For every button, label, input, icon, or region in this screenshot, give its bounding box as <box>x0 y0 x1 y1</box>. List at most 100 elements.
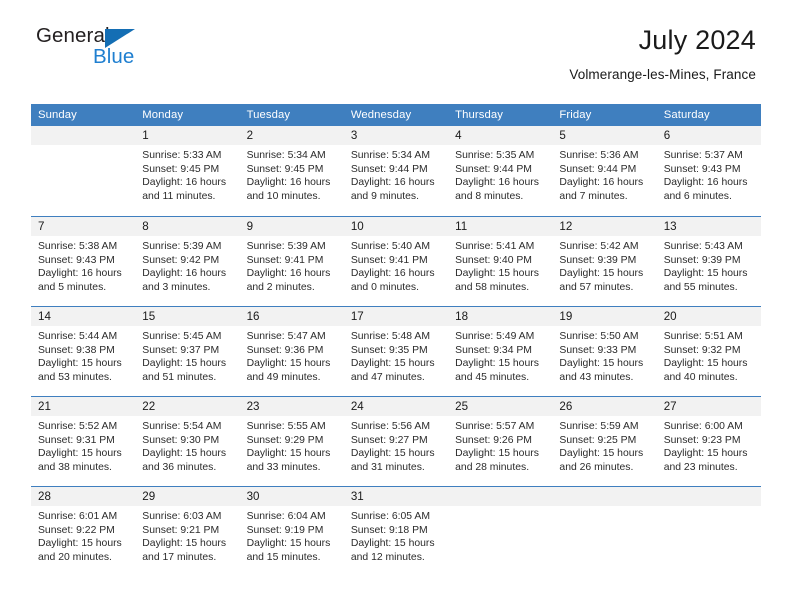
calendar-day-cell[interactable]: 1 Sunrise: 5:33 AM Sunset: 9:45 PM Daylight… <box>135 126 240 216</box>
calendar-day-cell[interactable]: 20 Sunrise: 5:51 AM Sunset: 9:32 PM Dayligh… <box>656 307 761 396</box>
day-number: 17 <box>343 307 449 326</box>
daylight-text-line1: Daylight: 16 hours <box>38 268 122 280</box>
day-details: Sunrise: 5:59 AM Sunset: 9:25 PM Daylight:… <box>552 416 656 474</box>
weekday-header-sunday: Sunday <box>38 109 77 121</box>
daylight-text-line1: Daylight: 16 hours <box>246 268 331 280</box>
calendar-day-cell[interactable]: 11 Sunrise: 5:41 AM Sunset: 9:40 PM Dayligh… <box>448 217 553 306</box>
calendar-page: General Blue July 2024 Volmerange-les-Mi… <box>0 0 792 612</box>
daylight-text-line1: Daylight: 16 hours <box>455 177 539 189</box>
calendar-day-cell[interactable]: 23 Sunrise: 5:55 AM Sunset: 9:29 PM Dayligh… <box>239 397 344 486</box>
daylight-text-line1: Daylight: 15 hours <box>246 538 331 550</box>
sunset-text: Sunset: 9:42 PM <box>142 254 220 266</box>
calendar-day-cell[interactable]: 29 Sunrise: 6:03 AM Sunset: 9:21 PM Dayligh… <box>135 487 240 576</box>
daylight-text-line2: and 12 minutes. <box>350 551 425 563</box>
sunset-text: Sunset: 9:33 PM <box>559 344 637 356</box>
calendar-day-cell[interactable]: 25 Sunrise: 5:57 AM Sunset: 9:26 PM Dayligh… <box>448 397 553 486</box>
daylight-text-line2: and 2 minutes. <box>246 281 315 293</box>
calendar-day-cell[interactable]: 21 Sunrise: 5:52 AM Sunset: 9:31 PM Dayligh… <box>31 397 136 486</box>
day-details: Sunrise: 5:42 AM Sunset: 9:39 PM Daylight:… <box>552 236 656 294</box>
daylight-text-line1: Daylight: 16 hours <box>142 268 227 280</box>
calendar-day-cell[interactable]: 17 Sunrise: 5:48 AM Sunset: 9:35 PM Dayligh… <box>343 307 449 396</box>
sunset-text: Sunset: 9:29 PM <box>246 434 324 446</box>
daylight-text-line2: and 26 minutes. <box>559 461 634 473</box>
calendar-day-cell[interactable]: 3 Sunrise: 5:34 AM Sunset: 9:44 PM Daylight… <box>343 126 449 216</box>
daylight-text-line1: Daylight: 16 hours <box>142 177 227 189</box>
calendar-day-cell[interactable]: 5 Sunrise: 5:36 AM Sunset: 9:44 PM Daylight… <box>552 126 657 216</box>
day-number: 11 <box>448 217 553 236</box>
calendar-day-cell[interactable]: 18 Sunrise: 5:49 AM Sunset: 9:34 PM Dayligh… <box>448 307 553 396</box>
day-details: Sunrise: 5:35 AM Sunset: 9:44 PM Daylight:… <box>448 145 552 203</box>
day-number: 16 <box>239 307 344 326</box>
calendar-day-cell[interactable]: 13 Sunrise: 5:43 AM Sunset: 9:39 PM Dayligh… <box>656 217 761 306</box>
weekday-header-monday: Monday <box>142 109 184 121</box>
sunrise-text: Sunrise: 5:39 AM <box>246 241 326 252</box>
calendar-day-cell[interactable]: 8 Sunrise: 5:39 AM Sunset: 9:42 PM Daylight… <box>135 217 240 306</box>
calendar-day-cell[interactable]: 9 Sunrise: 5:39 AM Sunset: 9:41 PM Daylight… <box>239 217 344 306</box>
calendar-week-row: 28 Sunrise: 6:01 AM Sunset: 9:22 PM Dayligh… <box>31 486 761 576</box>
calendar-day-cell[interactable]: 14 Sunrise: 5:44 AM Sunset: 9:38 PM Dayligh… <box>31 307 136 396</box>
sunrise-text: Sunrise: 5:33 AM <box>142 150 222 161</box>
day-details: Sunrise: 5:41 AM Sunset: 9:40 PM Daylight:… <box>448 236 552 294</box>
day-details: Sunrise: 5:39 AM Sunset: 9:41 PM Daylight:… <box>240 236 344 294</box>
day-number: 30 <box>239 487 344 506</box>
day-number <box>448 487 553 506</box>
calendar-day-cell[interactable]: 22 Sunrise: 5:54 AM Sunset: 9:30 PM Dayligh… <box>135 397 240 486</box>
day-number: 7 <box>31 217 136 236</box>
sunrise-text: Sunrise: 5:37 AM <box>663 150 743 161</box>
day-number: 3 <box>343 126 449 145</box>
calendar-day-cell[interactable]: 19 Sunrise: 5:50 AM Sunset: 9:33 PM Dayligh… <box>552 307 657 396</box>
calendar-day-cell[interactable]: 6 Sunrise: 5:37 AM Sunset: 9:43 PM Daylight… <box>656 126 761 216</box>
day-details: Sunrise: 5:33 AM Sunset: 9:45 PM Daylight:… <box>135 145 239 203</box>
sunset-text: Sunset: 9:45 PM <box>142 163 220 175</box>
daylight-text-line2: and 33 minutes. <box>246 461 321 473</box>
daylight-text-line1: Daylight: 15 hours <box>142 448 227 460</box>
calendar-day-cell[interactable]: 4 Sunrise: 5:35 AM Sunset: 9:44 PM Daylight… <box>448 126 553 216</box>
calendar-day-cell[interactable]: 27 Sunrise: 6:00 AM Sunset: 9:23 PM Dayligh… <box>656 397 761 486</box>
calendar-day-cell-empty <box>31 126 136 216</box>
daylight-text-line2: and 10 minutes. <box>246 190 321 202</box>
calendar-day-cell-empty <box>656 487 761 576</box>
calendar-day-cell[interactable]: 2 Sunrise: 5:34 AM Sunset: 9:45 PM Daylight… <box>239 126 344 216</box>
daylight-text-line2: and 15 minutes. <box>246 551 321 563</box>
daylight-text-line2: and 45 minutes. <box>455 371 530 383</box>
calendar-day-cell[interactable]: 30 Sunrise: 6:04 AM Sunset: 9:19 PM Dayligh… <box>239 487 344 576</box>
day-details: Sunrise: 6:04 AM Sunset: 9:19 PM Daylight:… <box>240 506 344 564</box>
sunset-text: Sunset: 9:41 PM <box>246 254 324 266</box>
daylight-text-line2: and 53 minutes. <box>38 371 112 383</box>
day-number: 20 <box>656 307 761 326</box>
daylight-text-line2: and 43 minutes. <box>559 371 634 383</box>
page-header: General Blue July 2024 Volmerange-les-Mi… <box>0 0 792 81</box>
daylight-text-line1: Daylight: 15 hours <box>350 448 435 460</box>
calendar-day-cell[interactable]: 7 Sunrise: 5:38 AM Sunset: 9:43 PM Daylight… <box>31 217 136 306</box>
day-number: 6 <box>656 126 761 145</box>
daylight-text-line2: and 3 minutes. <box>142 281 211 293</box>
day-number: 27 <box>656 397 761 416</box>
sunrise-text: Sunrise: 5:56 AM <box>350 421 430 432</box>
calendar-day-cell[interactable]: 15 Sunrise: 5:45 AM Sunset: 9:37 PM Dayligh… <box>135 307 240 396</box>
calendar-day-cell[interactable]: 31 Sunrise: 6:05 AM Sunset: 9:18 PM Dayligh… <box>343 487 449 576</box>
day-number: 2 <box>239 126 344 145</box>
sunset-text: Sunset: 9:37 PM <box>142 344 220 356</box>
day-details: Sunrise: 5:34 AM Sunset: 9:45 PM Daylight:… <box>240 145 344 203</box>
calendar-day-cell[interactable]: 26 Sunrise: 5:59 AM Sunset: 9:25 PM Dayligh… <box>552 397 657 486</box>
weekday-header-row: Sunday Monday Tuesday Wednesday Thursday… <box>31 104 761 126</box>
sunrise-text: Sunrise: 5:51 AM <box>663 331 743 342</box>
day-details: Sunrise: 5:39 AM Sunset: 9:42 PM Daylight:… <box>135 236 239 294</box>
daylight-text-line1: Daylight: 15 hours <box>559 268 644 280</box>
calendar-day-cell[interactable]: 10 Sunrise: 5:40 AM Sunset: 9:41 PM Dayligh… <box>343 217 449 306</box>
day-number <box>552 487 657 506</box>
sunrise-text: Sunrise: 5:48 AM <box>350 331 430 342</box>
sunset-text: Sunset: 9:19 PM <box>246 524 324 536</box>
daylight-text-line2: and 8 minutes. <box>455 190 524 202</box>
daylight-text-line1: Daylight: 15 hours <box>246 448 331 460</box>
calendar-day-cell[interactable]: 28 Sunrise: 6:01 AM Sunset: 9:22 PM Dayligh… <box>31 487 136 576</box>
day-number: 5 <box>552 126 657 145</box>
calendar-day-cell[interactable]: 12 Sunrise: 5:42 AM Sunset: 9:39 PM Dayligh… <box>552 217 657 306</box>
daylight-text-line2: and 9 minutes. <box>350 190 420 202</box>
day-details: Sunrise: 6:05 AM Sunset: 9:18 PM Daylight:… <box>344 506 448 564</box>
sunset-text: Sunset: 9:23 PM <box>663 434 741 446</box>
daylight-text-line2: and 0 minutes. <box>350 281 420 293</box>
calendar-day-cell[interactable]: 16 Sunrise: 5:47 AM Sunset: 9:36 PM Dayligh… <box>239 307 344 396</box>
calendar-day-cell[interactable]: 24 Sunrise: 5:56 AM Sunset: 9:27 PM Dayligh… <box>343 397 449 486</box>
calendar-day-cell-empty <box>552 487 657 576</box>
